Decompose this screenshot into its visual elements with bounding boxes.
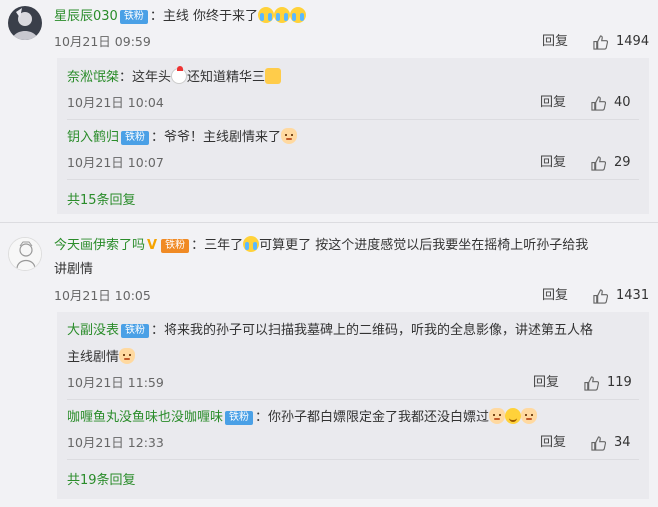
timestamp: 10月21日 10:04 (67, 95, 164, 110)
chicken-emoji-icon (171, 66, 188, 84)
crying-emoji-icon (257, 7, 274, 23)
divider (0, 222, 658, 223)
like-button[interactable]: 1431 (593, 287, 649, 305)
username[interactable]: 奈淞氓桀 (67, 70, 119, 85)
fan-badge: 铁粉 (161, 239, 190, 253)
username[interactable]: 今天画伊索了吗 (54, 238, 145, 253)
crying-emoji-icon (273, 7, 290, 23)
like-button[interactable]: 29 (591, 154, 631, 172)
smile-emoji-icon (505, 408, 522, 424)
fan-badge: 铁粉 (121, 324, 150, 338)
fan-badge: 铁粉 (119, 10, 148, 24)
more-replies-link[interactable]: 共15条回复 (67, 193, 136, 209)
reply-body: 咖喱鱼丸没鱼味也没咖喱味 铁粉 ：你孙子都白嫖限定金了我都还没白嫖过 (67, 408, 538, 427)
comment-text: ：三年了 (191, 238, 244, 253)
reply-button[interactable]: 回复 (542, 34, 568, 50)
reply-text: 还知道精华三 (187, 70, 266, 85)
reply-body: 大副没表 铁粉 ：将来我的孙子可以扫描我墓碑上的二维码，听我的全息影像，讲述第五人格 (67, 322, 593, 340)
reply-button[interactable]: 回复 (533, 375, 559, 391)
divider (67, 119, 639, 120)
like-count: 34 (614, 435, 631, 450)
crying-emoji-icon (243, 236, 260, 252)
cat-emoji-icon (119, 348, 136, 364)
timestamp: 10月21日 11:59 (67, 375, 164, 390)
reply-thread: 奈淞氓桀：这年头 还知道精华三 10月21日 10:04 回复 40 钥入鹤归 铁粉… (57, 58, 649, 214)
avatar[interactable] (8, 6, 42, 40)
comment-text: 讲剧情 (54, 262, 94, 277)
crying-emoji-icon (289, 7, 306, 23)
cat-emoji-icon (521, 408, 538, 424)
thumbs-up-icon (593, 288, 608, 304)
reply-text: ：将来我的孙子可以扫描我墓碑上的二维码，听我的全息影像，讲述第五人格 (151, 323, 594, 338)
reply-text: ：这年头 (119, 70, 172, 85)
reply-thread: 大副没表 铁粉 ：将来我的孙子可以扫描我墓碑上的二维码，听我的全息影像，讲述第五人格… (57, 312, 649, 499)
timestamp: 10月21日 10:05 (54, 288, 151, 303)
thumbs-up-icon (593, 34, 608, 50)
username[interactable]: 大副没表 (67, 323, 119, 338)
username[interactable]: 咖喱鱼丸没鱼味也没咖喱味 (67, 410, 223, 425)
like-button[interactable]: 40 (591, 94, 631, 112)
fan-badge: 铁粉 (121, 131, 150, 145)
comment-body: 星辰辰030 铁粉 ：主线 你终于来了 (54, 7, 306, 26)
comment-body: 今天画伊索了吗 V 铁粉 ：三年了 可算更了 按这个进度感觉以后我要坐在摇椅上听孙子给我 (54, 236, 588, 255)
divider (67, 459, 639, 460)
timestamp: 10月21日 09:59 (54, 34, 151, 49)
fan-badge: 铁粉 (225, 411, 254, 425)
timestamp: 10月21日 12:33 (67, 435, 164, 450)
reply-button[interactable]: 回复 (540, 155, 566, 171)
thumbs-up-emoji-icon (265, 68, 282, 84)
username[interactable]: 星辰辰030 (54, 9, 118, 24)
like-count: 29 (614, 155, 631, 170)
reply-text: ：爷爷！主线剧情来了 (151, 130, 282, 145)
thumbs-up-icon (591, 435, 606, 451)
reply-text: ：你孙子都白嫖限定金了我都还没白嫖过 (255, 410, 490, 425)
reply-body: 钥入鹤归 铁粉 ：爷爷！主线剧情来了 (67, 128, 298, 147)
reply-button[interactable]: 回复 (540, 435, 566, 451)
cat-emoji-icon (281, 128, 298, 144)
thumbs-up-icon (591, 155, 606, 171)
like-count: 119 (607, 375, 632, 390)
username[interactable]: 钥入鹤归 (67, 130, 119, 145)
thumbs-up-icon (584, 375, 599, 391)
like-button[interactable]: 119 (584, 374, 632, 392)
like-count: 1431 (616, 288, 650, 303)
reply-button[interactable]: 回复 (540, 95, 566, 111)
verified-v-icon: V (147, 238, 158, 253)
reply-button[interactable]: 回复 (542, 288, 568, 304)
like-count: 40 (614, 95, 631, 110)
like-count: 1494 (616, 34, 650, 49)
timestamp: 10月21日 10:07 (67, 155, 164, 170)
reply-body: 主线剧情 (67, 348, 136, 367)
like-button[interactable]: 1494 (593, 33, 649, 51)
more-replies-link[interactable]: 共19条回复 (67, 473, 136, 489)
avatar[interactable] (8, 237, 42, 271)
divider (67, 399, 639, 400)
reply-text: 主线剧情 (67, 350, 120, 365)
like-button[interactable]: 34 (591, 434, 631, 452)
comment-text: 可算更了 按这个进度感觉以后我要坐在摇椅上听孙子给我 (259, 238, 589, 253)
reply-body: 奈淞氓桀：这年头 还知道精华三 (67, 66, 282, 87)
cat-emoji-icon (489, 408, 506, 424)
thumbs-up-icon (591, 95, 606, 111)
divider (67, 179, 639, 180)
comment-text: ：主线 你终于来了 (149, 9, 258, 24)
